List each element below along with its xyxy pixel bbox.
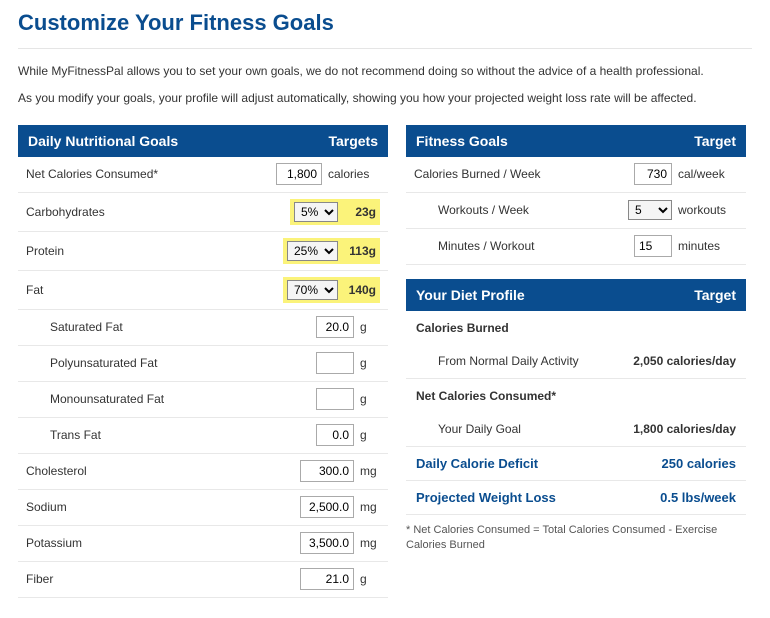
row-trans-fat: Trans Fat g bbox=[18, 418, 388, 454]
chol-label: Cholesterol bbox=[26, 464, 300, 478]
poly-label: Polyunsaturated Fat bbox=[26, 356, 316, 370]
profile-projected-value: 0.5 lbs/week bbox=[660, 490, 736, 505]
fat-highlight: 70% 140g bbox=[283, 277, 380, 303]
sodium-label: Sodium bbox=[26, 500, 300, 514]
profile-daily-goal-value: 1,800 calories/day bbox=[633, 422, 736, 436]
protein-grams: 113g bbox=[344, 244, 376, 258]
poly-unit: g bbox=[360, 356, 380, 370]
nutrition-header-targets: Targets bbox=[328, 133, 378, 149]
protein-highlight: 25% 113g bbox=[283, 238, 380, 264]
fat-grams: 140g bbox=[344, 283, 376, 297]
row-sodium: Sodium mg bbox=[18, 490, 388, 526]
row-net-calories: Net Calories Consumed* calories bbox=[18, 157, 388, 193]
trans-unit: g bbox=[360, 428, 380, 442]
row-polyunsaturated-fat: Polyunsaturated Fat g bbox=[18, 346, 388, 382]
profile-burned-header: Calories Burned bbox=[406, 311, 746, 345]
chol-input[interactable] bbox=[300, 460, 354, 482]
row-cholesterol: Cholesterol mg bbox=[18, 454, 388, 490]
profile-net-header-label: Net Calories Consumed* bbox=[416, 389, 556, 403]
minutes-workout-unit: minutes bbox=[678, 239, 738, 253]
profile-burned-header-label: Calories Burned bbox=[416, 321, 509, 335]
fiber-input[interactable] bbox=[300, 568, 354, 590]
trans-input[interactable] bbox=[316, 424, 354, 446]
workouts-week-unit: workouts bbox=[678, 203, 738, 217]
net-calories-input[interactable] bbox=[276, 163, 322, 185]
profile-daily-goal: Your Daily Goal 1,800 calories/day bbox=[406, 413, 746, 447]
carbs-percent-select[interactable]: 5% bbox=[294, 202, 338, 222]
profile-net-header: Net Calories Consumed* bbox=[406, 379, 746, 413]
sodium-unit: mg bbox=[360, 500, 380, 514]
fitness-header: Fitness Goals Target bbox=[406, 125, 746, 157]
row-minutes-workout: Minutes / Workout minutes bbox=[406, 229, 746, 265]
workouts-week-label: Workouts / Week bbox=[414, 203, 628, 217]
cal-burned-week-label: Calories Burned / Week bbox=[414, 167, 634, 181]
row-workouts-week: Workouts / Week 5 workouts bbox=[406, 193, 746, 229]
chol-unit: mg bbox=[360, 464, 380, 478]
cal-burned-week-input[interactable] bbox=[634, 163, 672, 185]
mono-input[interactable] bbox=[316, 388, 354, 410]
trans-label: Trans Fat bbox=[26, 428, 316, 442]
satfat-input[interactable] bbox=[316, 316, 354, 338]
net-calories-label: Net Calories Consumed* bbox=[26, 167, 276, 181]
fat-percent-select[interactable]: 70% bbox=[287, 280, 338, 300]
workouts-week-select[interactable]: 5 bbox=[628, 200, 672, 220]
poly-input[interactable] bbox=[316, 352, 354, 374]
fat-label: Fat bbox=[26, 283, 283, 297]
carbs-grams: 23g bbox=[344, 205, 376, 219]
intro-text: While MyFitnessPal allows you to set you… bbox=[18, 63, 752, 107]
mono-label: Monounsaturated Fat bbox=[26, 392, 316, 406]
profile-deficit: Daily Calorie Deficit 250 calories bbox=[406, 447, 746, 481]
profile-burned-activity-label: From Normal Daily Activity bbox=[416, 354, 579, 368]
row-fiber: Fiber g bbox=[18, 562, 388, 598]
protein-label: Protein bbox=[26, 244, 283, 258]
page-title: Customize Your Fitness Goals bbox=[18, 10, 752, 49]
profile-header-target: Target bbox=[694, 287, 736, 303]
profile-projected-label: Projected Weight Loss bbox=[416, 490, 556, 505]
profile-deficit-value: 250 calories bbox=[662, 456, 736, 471]
potassium-label: Potassium bbox=[26, 536, 300, 550]
fitness-header-target: Target bbox=[694, 133, 736, 149]
potassium-unit: mg bbox=[360, 536, 380, 550]
row-calories-burned-week: Calories Burned / Week cal/week bbox=[406, 157, 746, 193]
profile-burned-activity-value: 2,050 calories/day bbox=[633, 354, 736, 368]
protein-percent-select[interactable]: 25% bbox=[287, 241, 338, 261]
profile-header-title: Your Diet Profile bbox=[416, 287, 525, 303]
intro-line-1: While MyFitnessPal allows you to set you… bbox=[18, 63, 752, 80]
satfat-unit: g bbox=[360, 320, 380, 334]
profile-header: Your Diet Profile Target bbox=[406, 279, 746, 311]
mono-unit: g bbox=[360, 392, 380, 406]
potassium-input[interactable] bbox=[300, 532, 354, 554]
fitness-header-title: Fitness Goals bbox=[416, 133, 508, 149]
minutes-workout-label: Minutes / Workout bbox=[414, 239, 634, 253]
profile-burned-activity: From Normal Daily Activity 2,050 calorie… bbox=[406, 345, 746, 379]
row-monounsaturated-fat: Monounsaturated Fat g bbox=[18, 382, 388, 418]
sodium-input[interactable] bbox=[300, 496, 354, 518]
row-potassium: Potassium mg bbox=[18, 526, 388, 562]
intro-line-2: As you modify your goals, your profile w… bbox=[18, 90, 752, 107]
row-saturated-fat: Saturated Fat g bbox=[18, 310, 388, 346]
nutrition-header-title: Daily Nutritional Goals bbox=[28, 133, 178, 149]
row-protein: Protein 25% 113g bbox=[18, 232, 388, 271]
fiber-label: Fiber bbox=[26, 572, 300, 586]
minutes-workout-input[interactable] bbox=[634, 235, 672, 257]
carbs-highlight: 5% 23g bbox=[290, 199, 380, 225]
nutrition-header: Daily Nutritional Goals Targets bbox=[18, 125, 388, 157]
fiber-unit: g bbox=[360, 572, 380, 586]
profile-projected: Projected Weight Loss 0.5 lbs/week bbox=[406, 481, 746, 515]
net-calories-unit: calories bbox=[328, 167, 380, 181]
carbs-label: Carbohydrates bbox=[26, 205, 290, 219]
cal-burned-week-unit: cal/week bbox=[678, 167, 738, 181]
row-carbohydrates: Carbohydrates 5% 23g bbox=[18, 193, 388, 232]
profile-daily-goal-label: Your Daily Goal bbox=[416, 422, 521, 436]
profile-footnote: * Net Calories Consumed = Total Calories… bbox=[406, 515, 746, 554]
satfat-label: Saturated Fat bbox=[26, 320, 316, 334]
profile-deficit-label: Daily Calorie Deficit bbox=[416, 456, 538, 471]
row-fat: Fat 70% 140g bbox=[18, 271, 388, 310]
